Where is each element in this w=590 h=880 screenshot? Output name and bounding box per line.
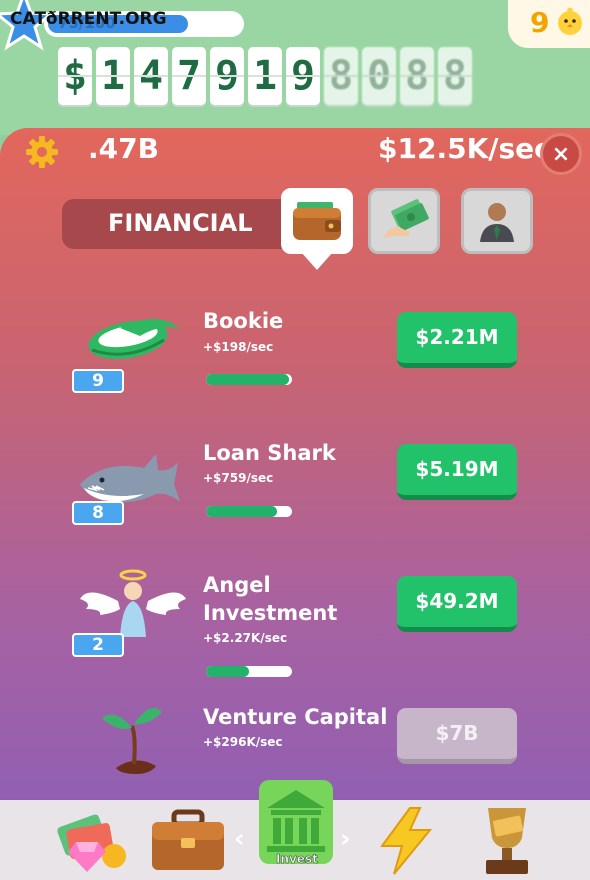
cash-odometer: $1 4 7 9 1 9 8 0 8 8 xyxy=(58,47,472,107)
investment-name: Venture Capital xyxy=(203,705,388,729)
trophy-icon[interactable] xyxy=(472,804,542,878)
buy-angel-investment-button[interactable]: $49.2M xyxy=(397,576,517,632)
progress-fill xyxy=(206,666,249,677)
cash-digit: 4 xyxy=(134,47,168,105)
tab-pointer xyxy=(301,252,333,270)
dollar-sign-digit: $ xyxy=(58,47,92,105)
next-arrow[interactable]: › xyxy=(340,824,351,854)
investment-progress xyxy=(206,506,292,517)
income-rate: $12.5K/sec xyxy=(378,132,548,165)
buy-loan-shark-button[interactable]: $5.19M xyxy=(397,444,517,500)
cash-digit: 1 xyxy=(248,47,282,105)
visor-cap-icon xyxy=(88,319,180,360)
investment-rate: +$2.27K/sec xyxy=(203,631,288,645)
investment-progress xyxy=(206,666,292,677)
prev-arrow[interactable]: ‹ xyxy=(234,824,245,854)
watermark-text: CATðRRENT.ORG xyxy=(10,9,167,29)
progress-fill xyxy=(206,374,289,385)
cash-digit: 8 xyxy=(438,47,472,105)
cash-digit: 7 xyxy=(172,47,206,105)
investment-name-line1: Angel xyxy=(203,573,271,597)
cash-digit: 9 xyxy=(210,47,244,105)
investment-rate: +$198/sec xyxy=(203,340,274,354)
investment-progress xyxy=(206,374,292,385)
progress-fill xyxy=(206,506,277,517)
invest-label: Invest xyxy=(276,852,318,867)
buy-venture-capital-button[interactable]: $7B xyxy=(397,708,517,764)
cash-digit: 8 xyxy=(324,47,358,105)
sprout-icon xyxy=(102,708,162,774)
cash-hand-icon xyxy=(383,199,429,238)
level-badge: 2 xyxy=(72,633,124,657)
level-badge: 9 xyxy=(72,369,124,393)
tab-cash-hand[interactable] xyxy=(368,188,440,254)
investment-name: Bookie xyxy=(203,309,284,333)
buy-bookie-button[interactable]: $2.21M xyxy=(397,312,517,368)
gear-icon[interactable] xyxy=(24,134,60,170)
level-badge: 8 xyxy=(72,501,124,525)
wallet-icon xyxy=(293,202,341,240)
investment-rate: +$296K/sec xyxy=(203,735,283,749)
investment-name: Loan Shark xyxy=(203,441,336,465)
cash-digit: 9 xyxy=(286,47,320,105)
cash-digit: 1 xyxy=(96,47,130,105)
tab-wallet[interactable] xyxy=(281,188,353,254)
cash-digit: 8 xyxy=(400,47,434,105)
briefcase-icon[interactable] xyxy=(148,806,228,876)
close-button[interactable]: × xyxy=(540,133,582,175)
category-label: FINANCIAL xyxy=(108,209,253,237)
chick-icon xyxy=(558,7,582,35)
gem-cash-icon[interactable] xyxy=(54,806,134,876)
coin-count: 9 xyxy=(530,6,550,39)
cash-digit: 0 xyxy=(362,47,396,105)
tab-businessman[interactable] xyxy=(461,188,533,254)
close-icon: × xyxy=(551,141,571,167)
total-money: .47B xyxy=(88,132,159,165)
businessman-icon xyxy=(480,203,514,242)
coin-counter[interactable]: 9 xyxy=(508,0,590,48)
lightning-icon[interactable] xyxy=(372,806,442,876)
investment-rate: +$759/sec xyxy=(203,471,274,485)
investment-name-line2: Investment xyxy=(203,601,338,625)
